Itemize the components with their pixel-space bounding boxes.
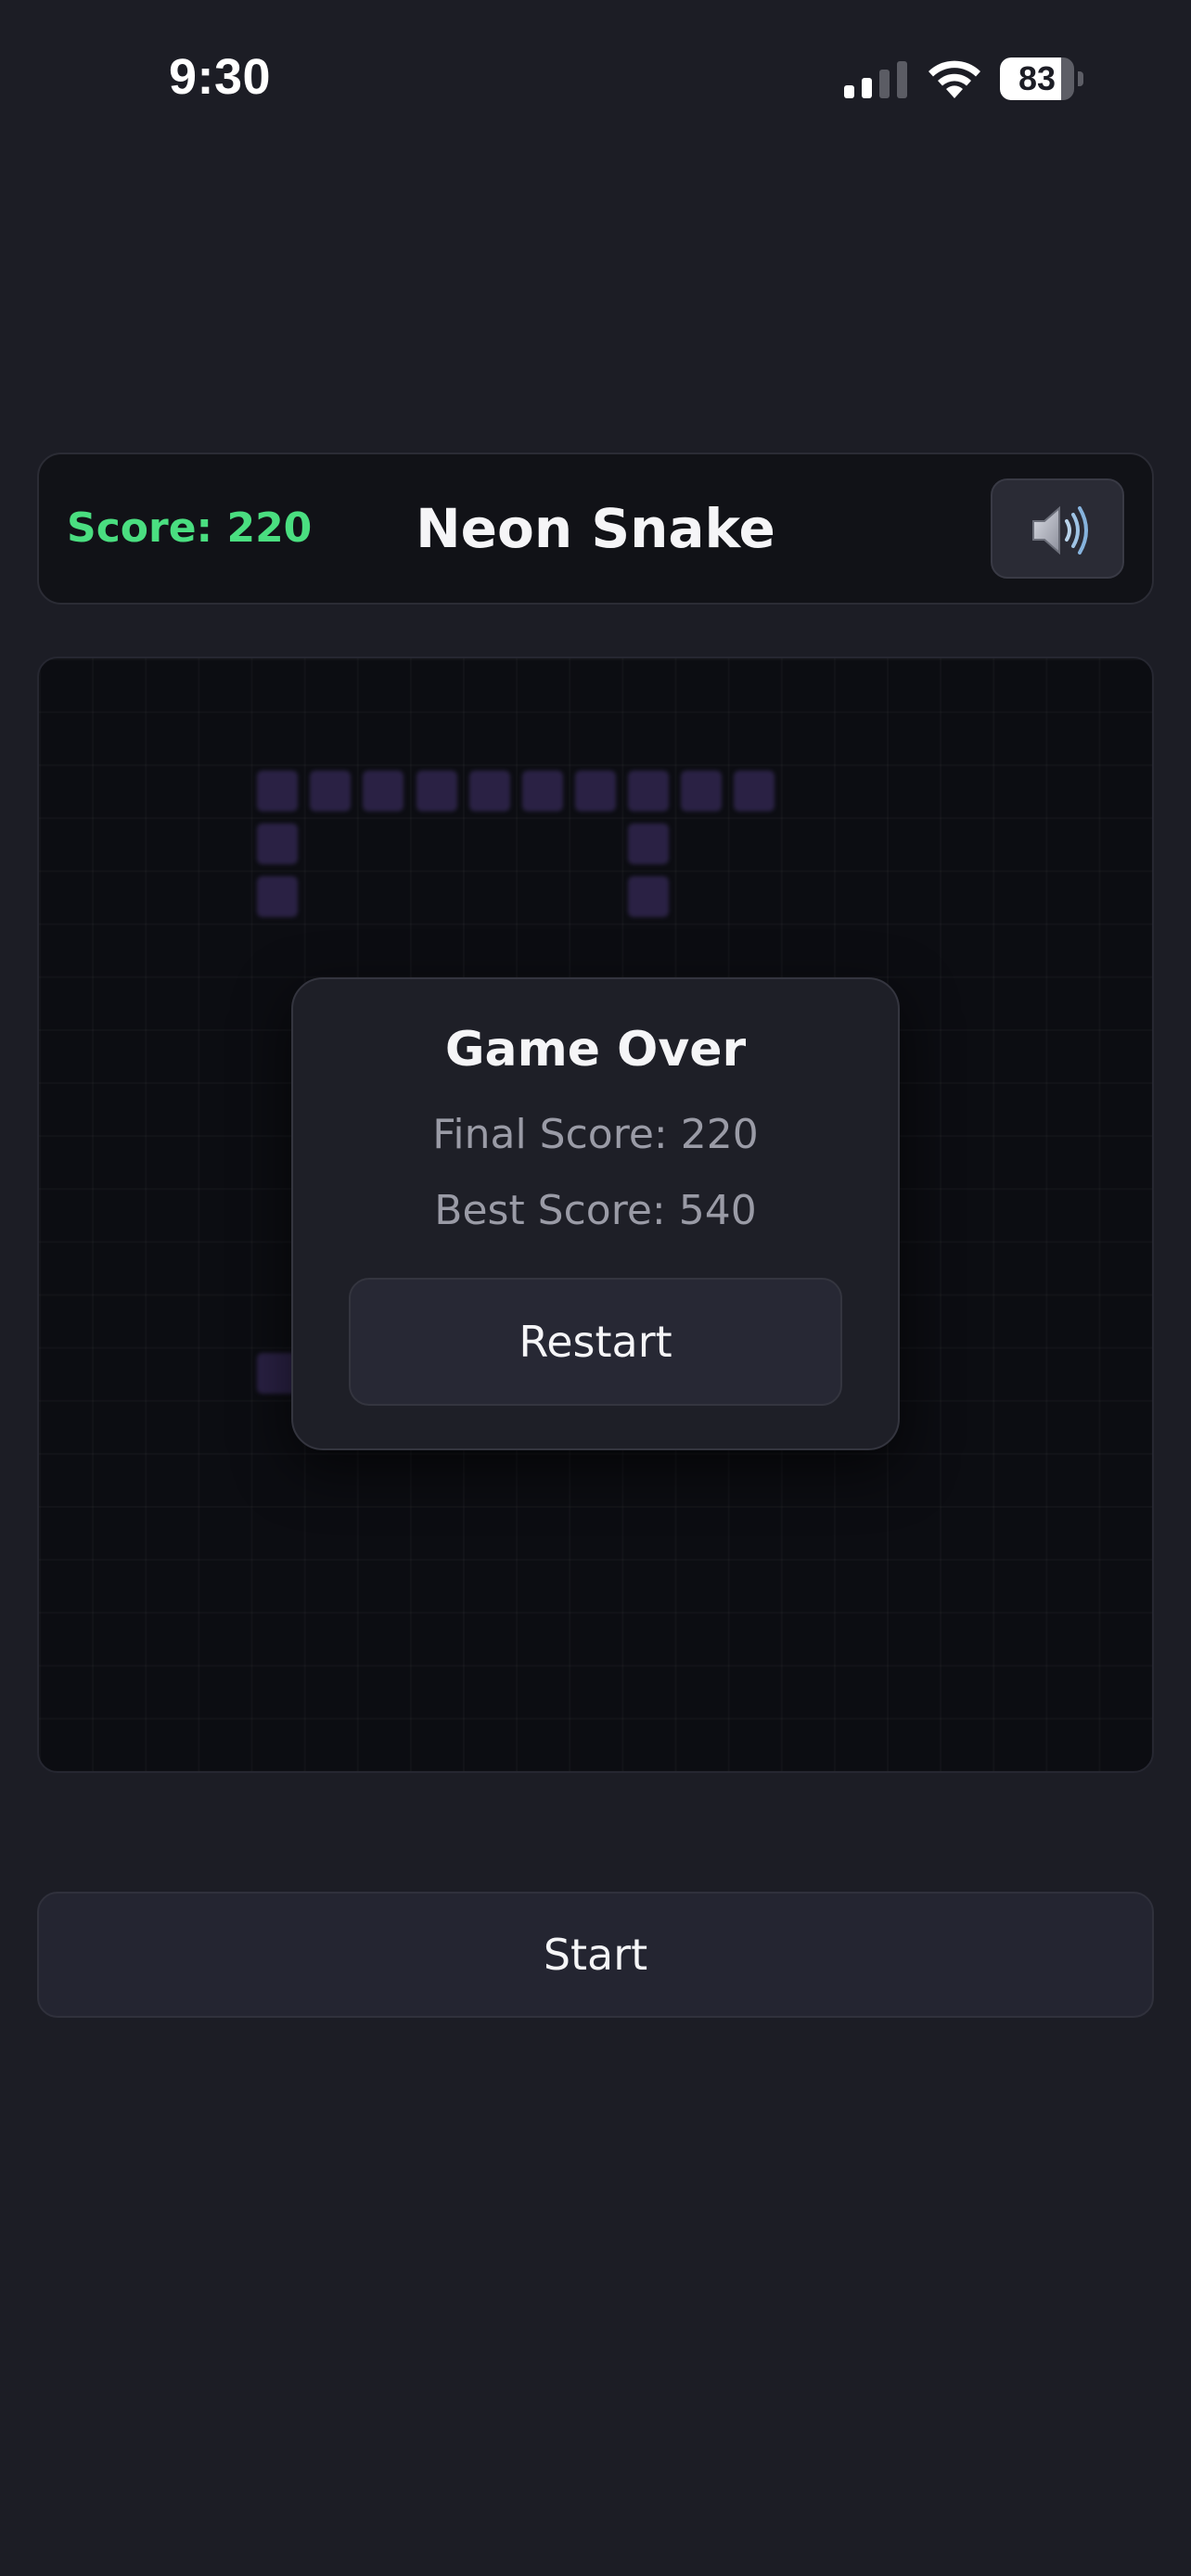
snake-segment — [681, 770, 723, 811]
signal-bar — [879, 70, 890, 98]
final-score: Final Score: 220 — [432, 1111, 759, 1158]
signal-bar — [897, 61, 907, 98]
game-title: Neon Snake — [416, 497, 775, 560]
snake-segment — [257, 876, 299, 918]
signal-bar — [844, 85, 854, 98]
snake-segment — [734, 770, 775, 811]
signal-bar — [862, 78, 872, 98]
speaker-volume-icon — [1032, 505, 1088, 555]
snake-segment — [628, 823, 670, 864]
cellular-signal-icon — [844, 61, 907, 98]
status-time: 9:30 — [169, 49, 272, 105]
best-score: Best Score: 540 — [434, 1187, 757, 1234]
snake-segment — [257, 770, 299, 811]
snake-segment — [575, 770, 616, 811]
snake-segment — [363, 770, 404, 811]
restart-button[interactable]: Restart — [349, 1278, 842, 1406]
snake-segment — [468, 770, 510, 811]
battery-icon: 83 — [1000, 57, 1085, 100]
snake-segment — [416, 770, 457, 811]
start-button[interactable]: Start — [37, 1892, 1154, 2018]
battery-level: 83 — [1018, 59, 1057, 97]
snake-segment — [628, 770, 670, 811]
battery-body: 83 — [1000, 57, 1074, 100]
game-header: Score: 220 Neon Snake — [37, 453, 1154, 605]
wifi-icon — [926, 57, 983, 100]
sound-toggle-button[interactable] — [991, 478, 1124, 579]
battery-tip — [1078, 71, 1083, 86]
status-bar: 9:30 83 — [0, 0, 1191, 158]
snake-segment — [257, 823, 299, 864]
snake-segment — [310, 770, 352, 811]
game-over-dialog: Game Over Final Score: 220 Best Score: 5… — [291, 977, 900, 1450]
snake-segment — [628, 876, 670, 918]
game-over-title: Game Over — [444, 1022, 747, 1078]
snake-segment — [521, 770, 563, 811]
